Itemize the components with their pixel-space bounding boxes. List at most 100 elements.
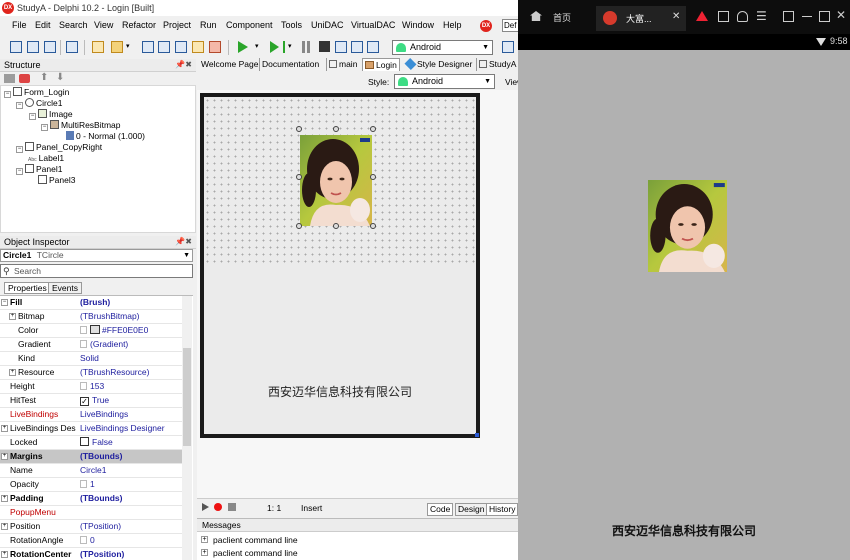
property-row[interactable]: LiveBindings LiveBindings <box>0 408 182 422</box>
expand-icon[interactable]: + <box>201 536 208 543</box>
form-login-surface[interactable]: 西安迈华信息科技有限公司 <box>200 93 480 438</box>
form-resize-grip[interactable] <box>475 433 479 437</box>
property-value[interactable]: (TBrushResource) <box>80 366 182 379</box>
property-value[interactable]: (TBounds) <box>80 492 182 505</box>
maximize-icon[interactable] <box>819 11 830 22</box>
chevron-down-icon[interactable]: ▾ <box>126 42 130 50</box>
tab-studya[interactable]: StudyA <box>476 58 518 71</box>
tab-history[interactable]: History <box>486 503 518 516</box>
tree-item-multiresbitmap[interactable]: − MultiResBitmap <box>41 120 121 131</box>
expand-icon[interactable]: + <box>1 425 8 432</box>
property-row[interactable]: Name Circle1 <box>0 464 182 478</box>
tab-design[interactable]: Design <box>455 503 488 516</box>
tree-item-panel3[interactable]: Panel3 <box>38 175 75 186</box>
component-selector[interactable]: Circle1 TCircle ▼ <box>0 249 193 262</box>
property-value[interactable]: Circle1 <box>80 464 182 477</box>
property-row[interactable]: + Bitmap (TBrushBitmap) <box>0 310 182 324</box>
open-folder-icon[interactable] <box>111 41 123 53</box>
menu-unidac[interactable]: UniDAC <box>311 20 344 30</box>
menu-icon[interactable]: ☰ <box>756 9 767 23</box>
message-row[interactable]: + paclient command line <box>201 548 298 558</box>
desktop-layout-select[interactable]: Def <box>502 19 518 32</box>
tab-home[interactable]: 首页 <box>553 7 571 29</box>
menu-project[interactable]: Project <box>163 20 191 30</box>
stop-macro-icon[interactable] <box>228 503 236 511</box>
property-row[interactable]: PopupMenu <box>0 506 182 520</box>
tab-main[interactable]: main <box>326 58 359 71</box>
menu-search[interactable]: Search <box>59 20 88 30</box>
tree-item-image[interactable]: − Image <box>29 109 73 120</box>
property-row[interactable]: Kind Solid <box>0 352 182 366</box>
property-row[interactable]: + Margins (TBounds) <box>0 450 182 464</box>
save-all-icon[interactable] <box>158 41 170 53</box>
step-out-icon[interactable] <box>367 41 379 53</box>
arrow-down-icon[interactable]: ⬇ <box>56 72 64 83</box>
property-search-input[interactable]: ⚲ Search <box>0 264 193 278</box>
property-value[interactable]: Solid <box>80 352 182 365</box>
trace-into-icon[interactable] <box>335 41 347 53</box>
home-icon[interactable] <box>530 11 542 21</box>
message-row[interactable]: + paclient command line <box>201 535 298 545</box>
property-row[interactable]: + Resource (TBrushResource) <box>0 366 182 380</box>
minimize-icon[interactable] <box>802 16 812 17</box>
menu-tools[interactable]: Tools <box>281 20 302 30</box>
warning-icon[interactable] <box>696 11 708 21</box>
tab-documentation[interactable]: Documentation <box>259 58 321 71</box>
run-without-debug-dropdown-icon[interactable]: ▾ <box>288 42 292 50</box>
menu-virtualdac[interactable]: VirtualDAC <box>351 20 395 30</box>
property-grid-scrollbar[interactable] <box>182 296 192 560</box>
pause-icon[interactable] <box>302 41 305 53</box>
pin-icon[interactable]: 📌✖ <box>175 59 192 71</box>
property-value[interactable]: LiveBindings Designer <box>80 422 182 435</box>
property-value[interactable]: ✓ True <box>80 394 182 407</box>
tree-item-label1[interactable]: Abc Label1 <box>28 153 64 164</box>
remove-icon[interactable] <box>209 41 221 53</box>
view-label[interactable]: View <box>505 77 518 87</box>
dx-badge-icon[interactable]: DX <box>480 20 492 32</box>
tab-properties[interactable]: Properties <box>4 282 51 294</box>
property-row[interactable]: RotationAngle 0 <box>0 534 182 548</box>
screenshot-icon[interactable] <box>783 11 794 22</box>
property-value[interactable]: #FFE0E0E0 <box>80 324 182 337</box>
menu-view[interactable]: View <box>94 20 113 30</box>
tree-item-circle1[interactable]: − Circle1 <box>16 98 62 109</box>
copyright-label[interactable]: 西安迈华信息科技有限公司 <box>204 383 476 400</box>
expand-icon[interactable]: − <box>1 299 8 306</box>
new-items-icon[interactable] <box>27 41 39 53</box>
open-icon[interactable] <box>44 41 56 53</box>
property-row[interactable]: Color #FFE0E0E0 <box>0 324 182 338</box>
resize-handle[interactable] <box>370 126 376 132</box>
property-value[interactable]: (Brush) <box>80 296 182 309</box>
resize-handle[interactable] <box>296 126 302 132</box>
run-icon[interactable] <box>238 41 248 53</box>
menu-refactor[interactable]: Refactor <box>122 20 156 30</box>
property-row[interactable]: + Padding (TBounds) <box>0 492 182 506</box>
resize-handle[interactable] <box>296 223 302 229</box>
tab-login[interactable]: Login <box>362 58 400 71</box>
record-macro-icon[interactable] <box>214 503 222 511</box>
property-value[interactable]: 0 <box>80 534 182 547</box>
property-value[interactable]: False <box>80 436 182 449</box>
expand-all-icon[interactable] <box>4 74 15 83</box>
pin-icon[interactable]: 📌✖ <box>175 236 192 248</box>
stop-icon[interactable] <box>319 41 330 52</box>
device-icon[interactable] <box>502 41 514 53</box>
open-project-icon[interactable] <box>92 41 104 53</box>
tree-item-normal-bitmap[interactable]: 0 - Normal (1.000) <box>66 131 145 142</box>
property-row[interactable]: + Position (TPosition) <box>0 520 182 534</box>
menu-help[interactable]: Help <box>443 20 462 30</box>
menu-file[interactable]: File <box>12 20 27 30</box>
tab-code[interactable]: Code <box>427 503 454 516</box>
property-row[interactable]: +LiveBindings DesignerLiveBindings Desig… <box>0 422 182 436</box>
property-value[interactable]: 1 <box>80 478 182 491</box>
tree-item-panel1[interactable]: − Panel1 <box>16 164 62 175</box>
property-value[interactable]: LiveBindings <box>80 408 182 421</box>
expand-icon[interactable]: + <box>1 551 8 558</box>
resize-handle[interactable] <box>333 126 339 132</box>
arrow-up-icon[interactable]: ⬆ <box>40 72 48 83</box>
property-value[interactable]: (Gradient) <box>80 338 182 351</box>
save-as-icon[interactable] <box>175 41 187 53</box>
property-row[interactable]: − Fill (Brush) <box>0 296 182 310</box>
property-value[interactable]: (TBrushBitmap) <box>80 310 182 323</box>
expand-icon[interactable]: + <box>1 523 8 530</box>
